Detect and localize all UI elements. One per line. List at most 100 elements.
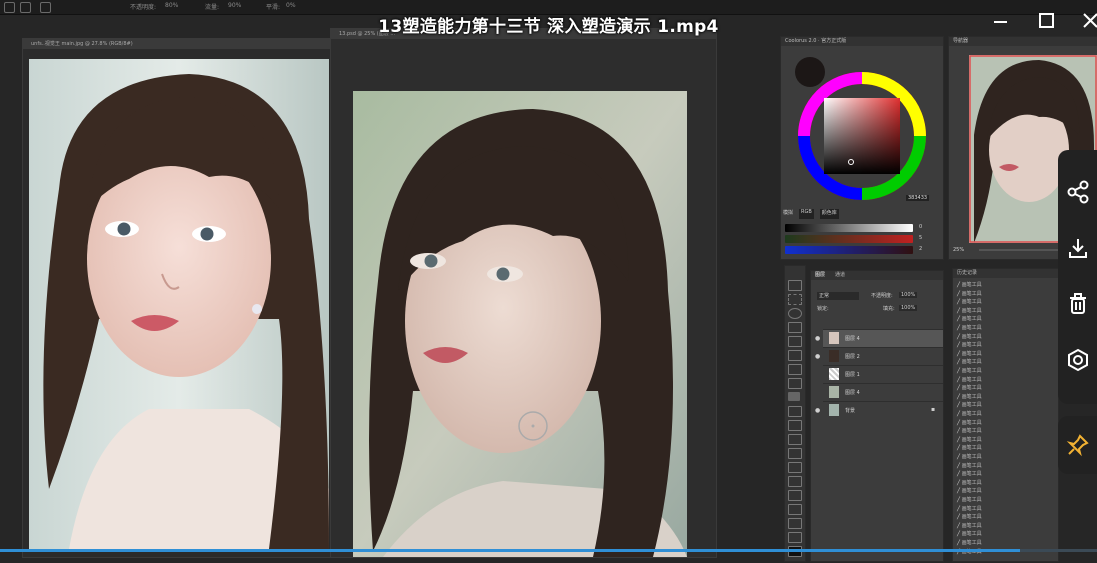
history-item[interactable]: ╱ 画笔工具 (957, 522, 982, 530)
slider-2[interactable] (785, 235, 913, 243)
eraser-tool[interactable] (788, 434, 802, 445)
minimize-button[interactable] (990, 10, 1012, 32)
history-item[interactable]: ╱ 画笔工具 (957, 427, 982, 435)
opacity-value[interactable]: 80% (165, 2, 178, 9)
history-item[interactable]: ╱ 画笔工具 (957, 539, 982, 547)
layer-row[interactable]: ● 图层 4 (815, 329, 943, 347)
history-item-label: 画笔工具 (961, 368, 982, 374)
layer-row[interactable]: 图层 4 (823, 383, 943, 401)
history-item[interactable]: ╱ 画笔工具 (957, 496, 982, 504)
slider-1-value: 0 (919, 224, 923, 230)
maximize-button[interactable] (1036, 10, 1058, 32)
layer-name: 图层 4 (845, 336, 860, 342)
history-item[interactable]: ╱ 画笔工具 (957, 393, 982, 401)
download-button[interactable] (1058, 228, 1097, 268)
reference-photo (29, 59, 329, 549)
gradient-tool[interactable] (788, 448, 802, 459)
fill-value[interactable]: 100% (899, 305, 918, 311)
healing-tool[interactable] (788, 378, 802, 389)
layer-opacity-value[interactable]: 100% (899, 292, 918, 298)
close-button[interactable] (1080, 10, 1097, 32)
history-item[interactable]: ╱ 画笔工具 (957, 367, 982, 375)
lasso-tool[interactable] (788, 308, 802, 319)
history-item[interactable]: ╱ 画笔工具 (957, 419, 982, 427)
history-item[interactable]: ╱ 画笔工具 (957, 281, 982, 289)
history-item[interactable]: ╱ 画笔工具 (957, 350, 982, 358)
mode-button-3[interactable]: 颜色库 (819, 209, 839, 219)
navigator-zoom[interactable]: 25% (953, 247, 964, 253)
delete-button[interactable] (1058, 284, 1097, 324)
eyedropper-tool[interactable] (788, 364, 802, 375)
layer-row[interactable]: ● 图层 2 (815, 347, 943, 365)
pen-tool[interactable] (788, 490, 802, 501)
video-progress-track[interactable] (0, 549, 1097, 552)
settings-button[interactable] (1058, 340, 1097, 380)
history-item-label: 画笔工具 (961, 488, 982, 495)
layers-tab[interactable]: 图层 (815, 271, 825, 280)
painting-canvas[interactable] (353, 91, 687, 557)
history-item[interactable]: ╱ 画笔工具 (957, 462, 982, 470)
color-panel-title: Coolorus 2.0 · 官方正式版 (781, 37, 943, 46)
flow-value[interactable]: 90% (228, 2, 241, 9)
history-brush-tool[interactable] (788, 420, 802, 431)
type-tool[interactable] (788, 504, 802, 515)
frame-tool[interactable] (788, 350, 802, 361)
slider-1[interactable] (785, 224, 913, 232)
slider-3[interactable] (785, 246, 913, 254)
history-item[interactable]: ╱ 画笔工具 (957, 470, 982, 478)
history-item[interactable]: ╱ 画笔工具 (957, 410, 982, 418)
blur-tool[interactable] (788, 462, 802, 473)
dodge-tool[interactable] (788, 476, 802, 487)
move-tool[interactable] (788, 280, 802, 291)
video-side-toolbar (1058, 150, 1097, 404)
history-item[interactable]: ╱ 画笔工具 (957, 376, 982, 384)
history-item-label: 画笔工具 (961, 436, 982, 443)
history-item[interactable]: ╱ 画笔工具 (957, 341, 982, 349)
blend-mode-select[interactable]: 正常 (817, 292, 859, 300)
history-item[interactable]: ╱ 画笔工具 (957, 530, 982, 538)
history-item[interactable]: ╱ 画笔工具 (957, 315, 982, 323)
history-item[interactable]: ╱ 画笔工具 (957, 324, 982, 332)
stamp-tool[interactable] (788, 406, 802, 417)
history-item[interactable]: ╱ 画笔工具 (957, 479, 982, 487)
eye-icon[interactable]: ● (815, 407, 820, 414)
color-wheel[interactable] (797, 71, 927, 201)
history-item-label: 画笔工具 (961, 411, 982, 417)
history-item[interactable]: ╱ 画笔工具 (957, 453, 982, 461)
reference-doc-tab[interactable]: unfs..视觉王 main.jpg @ 27.8% (RGB/8#) (23, 39, 331, 49)
history-item-label: 画笔工具 (961, 497, 982, 503)
crop-tool[interactable] (788, 336, 802, 347)
path-select-tool[interactable] (788, 518, 802, 529)
history-item[interactable]: ╱ 画笔工具 (957, 436, 982, 444)
color-mode-buttons: 模拟 RGB 颜色库 (783, 209, 933, 219)
smooth-value[interactable]: 0% (286, 2, 296, 9)
hex-value[interactable]: 383433 (906, 195, 930, 201)
mode-button-2[interactable]: RGB (799, 209, 814, 219)
history-item[interactable]: ╱ 画笔工具 (957, 513, 982, 521)
history-item[interactable]: ╱ 画笔工具 (957, 384, 982, 392)
history-item[interactable]: ╱ 画笔工具 (957, 290, 982, 298)
close-icon (1083, 13, 1097, 28)
navigator-title: 导航器 (949, 37, 1097, 46)
channels-tab[interactable]: 通道 (835, 271, 845, 280)
history-item[interactable]: ╱ 画笔工具 (957, 487, 982, 495)
pin-button[interactable] (1058, 425, 1097, 465)
hand-tool[interactable] (788, 532, 802, 543)
quick-select-tool[interactable] (788, 322, 802, 333)
marquee-tool[interactable] (788, 294, 802, 305)
layer-row[interactable]: ● 背景 ▪ (815, 401, 943, 419)
history-item-label: 画笔工具 (961, 350, 982, 357)
layer-row[interactable]: 图层 1 (823, 365, 943, 383)
history-item[interactable]: ╱ 画笔工具 (957, 358, 982, 366)
eye-icon[interactable]: ● (815, 353, 820, 360)
history-item[interactable]: ╱ 画笔工具 (957, 307, 982, 315)
eye-icon[interactable]: ● (815, 335, 820, 342)
history-item[interactable]: ╱ 画笔工具 (957, 401, 982, 409)
history-item[interactable]: ╱ 画笔工具 (957, 444, 982, 452)
brush-tool[interactable] (788, 392, 800, 401)
mode-button-1[interactable]: 模拟 (783, 209, 793, 219)
history-item[interactable]: ╱ 画笔工具 (957, 333, 982, 341)
history-item[interactable]: ╱ 画笔工具 (957, 298, 982, 306)
history-item[interactable]: ╱ 画笔工具 (957, 505, 982, 513)
share-button[interactable] (1058, 172, 1097, 212)
